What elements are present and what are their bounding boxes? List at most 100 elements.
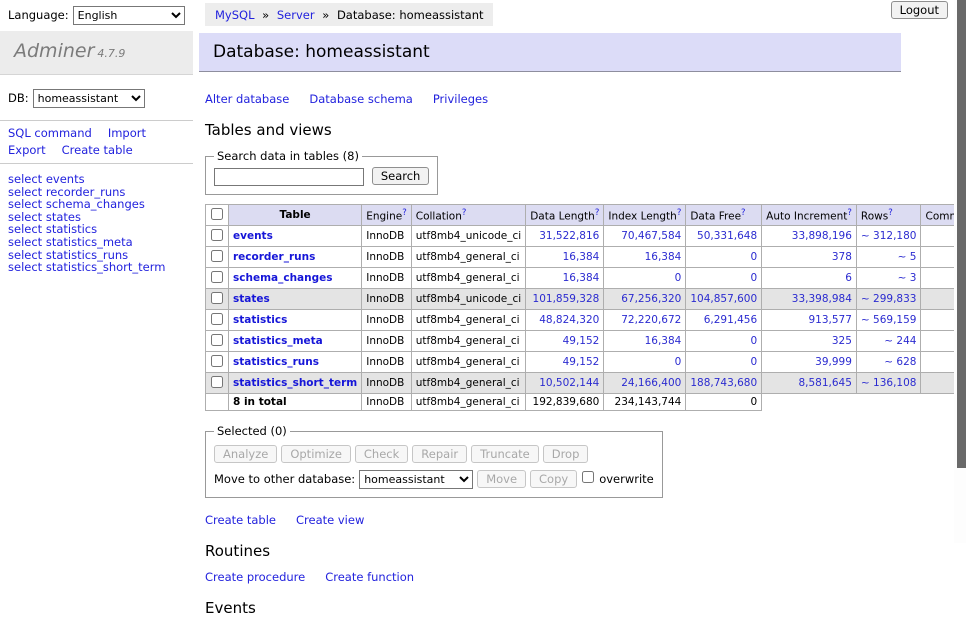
vertical-scrollbar[interactable]	[954, 0, 966, 543]
column-help-link[interactable]: ?	[595, 208, 600, 218]
create-link[interactable]: Create table	[205, 513, 276, 527]
index-length-cell: 16,384	[604, 247, 686, 268]
index-length-cell: 67,256,320	[604, 289, 686, 310]
analyze-button[interactable]: Analyze	[214, 445, 277, 463]
row-checkbox[interactable]	[211, 229, 223, 241]
sidebar-action-link[interactable]: Create table	[62, 143, 133, 157]
table-name-link[interactable]: states	[233, 293, 270, 305]
row-checkbox[interactable]	[211, 292, 223, 304]
overwrite-checkbox[interactable]	[582, 471, 594, 483]
data-length-cell: 49,152	[526, 331, 604, 352]
breadcrumb-link-server[interactable]: Server	[277, 8, 315, 22]
row-checkbox-cell	[206, 268, 229, 289]
sidebar-divider	[0, 120, 193, 121]
column-label: Engine	[366, 210, 402, 222]
collation-cell: utf8mb4_general_ci	[411, 310, 525, 331]
optimize-button[interactable]: Optimize	[281, 445, 351, 463]
column-help: ?	[741, 208, 746, 218]
column-header-index-length: Index Length?	[604, 205, 686, 226]
app-name: Adminer	[14, 40, 94, 62]
total-engine-cell: InnoDB	[362, 394, 412, 411]
data-free-cell: 104,857,600	[686, 289, 762, 310]
column-help-link[interactable]: ?	[402, 208, 407, 218]
collation-cell: utf8mb4_general_ci	[411, 331, 525, 352]
create-links: Create table Create view	[205, 513, 966, 527]
table-name-cell: recorder_runs	[229, 247, 362, 268]
language-select[interactable]: English	[73, 6, 185, 25]
rows-count-cell: ~ 136,108	[856, 373, 921, 394]
column-help: ?	[847, 208, 852, 218]
create-link[interactable]: Create view	[296, 513, 364, 527]
sidebar-action-link[interactable]: Export	[8, 143, 46, 157]
breadcrumb-current: Database: homeassistant	[337, 8, 484, 22]
auto-increment-cell: 33,898,196	[762, 226, 857, 247]
row-checkbox[interactable]	[211, 313, 223, 325]
engine-cell: InnoDB	[362, 226, 412, 247]
breadcrumb-link-mysql[interactable]: MySQL	[215, 8, 255, 22]
drop-button[interactable]: Drop	[543, 445, 589, 463]
column-help-link[interactable]: ?	[462, 208, 467, 218]
sidebar-divider	[0, 163, 193, 164]
row-checkbox[interactable]	[211, 334, 223, 346]
total-collation-cell: utf8mb4_general_ci	[411, 394, 525, 411]
tables-heading: Tables and views	[205, 121, 966, 139]
data-length-cell: 48,824,320	[526, 310, 604, 331]
column-help-link[interactable]: ?	[741, 208, 746, 218]
table-name-link[interactable]: recorder_runs	[233, 251, 315, 263]
search-input[interactable]	[214, 168, 364, 186]
table-name-link[interactable]: statistics	[233, 314, 287, 326]
logout-button[interactable]: Logout	[891, 1, 948, 19]
data-length-cell: 31,522,816	[526, 226, 604, 247]
truncate-button[interactable]: Truncate	[471, 445, 539, 463]
row-checkbox-cell	[206, 226, 229, 247]
table-row: statesInnoDButf8mb4_unicode_ci101,859,32…	[206, 289, 966, 310]
tables-list: TableEngine?Collation?Data Length?Index …	[205, 204, 966, 411]
database-link[interactable]: Database schema	[309, 92, 412, 106]
database-link[interactable]: Alter database	[205, 92, 289, 106]
column-header-auto-increment: Auto Increment?	[762, 205, 857, 226]
table-name-link[interactable]: events	[233, 230, 273, 242]
table-name-link[interactable]: schema_changes	[233, 272, 333, 284]
column-help-link[interactable]: ?	[677, 208, 682, 218]
column-header-engine: Engine?	[362, 205, 412, 226]
index-length-cell: 0	[604, 352, 686, 373]
database-link[interactable]: Privileges	[433, 92, 488, 106]
column-help-link[interactable]: ?	[847, 208, 852, 218]
row-checkbox[interactable]	[211, 271, 223, 283]
repair-button[interactable]: Repair	[412, 445, 467, 463]
index-length-cell: 0	[604, 268, 686, 289]
search-button[interactable]: Search	[372, 167, 430, 185]
table-name-cell: events	[229, 226, 362, 247]
table-name-link[interactable]: statistics_short_term	[233, 377, 357, 389]
select-all-checkbox[interactable]	[211, 208, 223, 220]
auto-increment-cell: 33,398,984	[762, 289, 857, 310]
row-checkbox-cell	[206, 247, 229, 268]
row-checkbox[interactable]	[211, 355, 223, 367]
table-name-link[interactable]: statistics_runs	[233, 356, 319, 368]
move-button[interactable]: Move	[477, 470, 526, 488]
db-select[interactable]: homeassistant	[33, 89, 145, 108]
sidebar-action-link[interactable]: SQL command	[8, 126, 92, 140]
check-button[interactable]: Check	[355, 445, 408, 463]
row-checkbox[interactable]	[211, 250, 223, 262]
column-label: Data Length	[530, 210, 595, 222]
row-checkbox[interactable]	[211, 376, 223, 388]
scrollbar-thumb[interactable]	[957, 0, 966, 468]
sidebar-select-link[interactable]: select statistics_short_term	[8, 260, 165, 274]
sidebar-table-link-item: select statistics_short_term	[8, 261, 185, 274]
sidebar-action-link[interactable]: Import	[108, 126, 146, 140]
breadcrumb-separator: »	[262, 8, 269, 22]
app-logo: Adminer4.7.9	[0, 31, 193, 75]
table-row: recorder_runsInnoDButf8mb4_general_ci16,…	[206, 247, 966, 268]
column-help-link[interactable]: ?	[888, 208, 893, 218]
engine-cell: InnoDB	[362, 373, 412, 394]
move-db-select[interactable]: homeassistant	[359, 470, 473, 489]
sidebar-actions-row2: Export Create table	[8, 144, 185, 158]
routine-link[interactable]: Create function	[325, 570, 414, 584]
copy-button[interactable]: Copy	[530, 470, 577, 488]
table-name-link[interactable]: statistics_meta	[233, 335, 323, 347]
column-label: Rows	[861, 210, 888, 222]
data-length-cell: 16,384	[526, 247, 604, 268]
table-name-cell: statistics_short_term	[229, 373, 362, 394]
routine-link[interactable]: Create procedure	[205, 570, 305, 584]
